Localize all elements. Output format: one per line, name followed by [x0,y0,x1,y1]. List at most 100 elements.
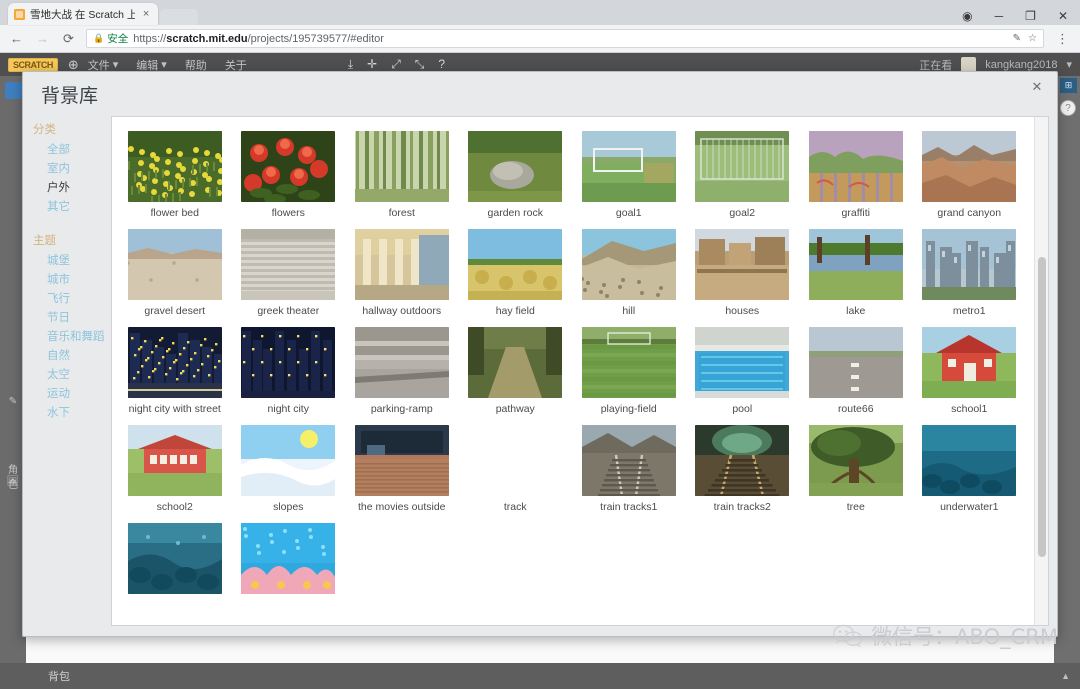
backdrop-thumbnail[interactable] [922,131,1016,202]
backdrop-item[interactable]: flowers [232,127,346,225]
username-label[interactable]: kangkang2018 [985,59,1057,71]
sidebar-item-1-1[interactable]: 城市 [33,269,111,288]
security-indicator[interactable]: 🔒 安全 [93,31,128,46]
backdrop-thumbnail[interactable] [695,131,789,202]
backdrop-thumbnail[interactable] [468,229,562,300]
backdrop-item[interactable]: graffiti [799,127,913,225]
sidebar-item-0-1[interactable]: 室内 [33,158,111,177]
new-tab-button[interactable] [160,9,198,25]
backdrop-item[interactable]: the movies outside [345,421,459,519]
backdrop-thumbnail[interactable] [128,131,222,202]
backdrop-item[interactable]: lake [799,225,913,323]
back-icon[interactable]: ← [8,30,25,47]
sidebar-item-1-5[interactable]: 自然 [33,345,111,364]
backdrop-item[interactable]: grand canyon [913,127,1027,225]
backdrop-item[interactable] [118,519,232,605]
backdrop-item[interactable]: pool [686,323,800,421]
sidebar-item-1-3[interactable]: 节日 [33,307,111,326]
backdrop-thumbnail[interactable] [355,229,449,300]
sidebar-item-1-0[interactable]: 城堡 [33,250,111,269]
scratch-logo[interactable]: SCRATCH [8,58,58,72]
backdrop-thumbnail[interactable] [468,131,562,202]
backdrop-thumbnail[interactable] [241,523,335,594]
backdrop-item[interactable]: goal1 [572,127,686,225]
backdrop-item[interactable]: train tracks2 [686,421,800,519]
block-help-icon[interactable]: ⤡ [415,57,425,72]
backdrop-item[interactable]: forest [345,127,459,225]
sidebar-item-1-4[interactable]: 音乐和舞蹈 [33,326,111,345]
backdrop-thumbnail[interactable] [809,131,903,202]
backdrop-thumbnail[interactable] [468,425,562,496]
sidebar-item-1-7[interactable]: 运动 [33,383,111,402]
backdrop-item[interactable]: school2 [118,421,232,519]
backdrop-thumbnail[interactable] [695,425,789,496]
modal-scrollbar[interactable] [1034,117,1048,625]
backdrop-thumbnail[interactable] [582,425,676,496]
backdrop-item[interactable] [232,519,346,605]
sidebar-item-1-2[interactable]: 飞行 [33,288,111,307]
backdrop-item[interactable]: night city with street [118,323,232,421]
backdrop-item[interactable]: greek theater [232,225,346,323]
backdrop-thumbnail[interactable] [809,229,903,300]
backdrop-item[interactable]: hill [572,225,686,323]
backdrop-item[interactable]: metro1 [913,225,1027,323]
backdrop-thumbnail[interactable] [468,327,562,398]
backdrop-thumbnail[interactable] [241,131,335,202]
backdrop-item[interactable]: pathway [459,323,573,421]
backdrop-item[interactable]: slopes [232,421,346,519]
backdrop-item[interactable]: tree [799,421,913,519]
backdrop-thumbnail[interactable] [241,425,335,496]
tab-close-icon[interactable]: × [140,8,152,20]
minimize-button[interactable]: ─ [995,10,1004,22]
backdrop-thumbnail[interactable] [922,425,1016,496]
backdrop-item[interactable]: playing-field [572,323,686,421]
backdrop-item[interactable]: track [459,421,573,519]
backdrop-item[interactable]: hay field [459,225,573,323]
backdrop-item[interactable]: route66 [799,323,913,421]
backdrop-item[interactable]: school1 [913,323,1027,421]
backdrop-thumbnail[interactable] [241,229,335,300]
backdrop-thumbnail[interactable] [128,327,222,398]
backdrop-item[interactable]: goal2 [686,127,800,225]
scrollbar-thumb[interactable] [1038,257,1046,557]
backdrop-thumbnail[interactable] [355,327,449,398]
backdrop-thumbnail[interactable] [582,131,676,202]
profile-icon[interactable]: ◉ [962,10,972,22]
bookmark-star-icon[interactable]: ☆ [1028,33,1037,44]
backdrop-item[interactable]: night city [232,323,346,421]
backdrop-item[interactable]: garden rock [459,127,573,225]
sidebar-item-0-3[interactable]: 其它 [33,196,111,215]
backdrop-thumbnail[interactable] [128,425,222,496]
grow-icon[interactable]: ✛ [367,57,377,72]
sidebar-item-1-8[interactable]: 水下 [33,402,111,421]
backdrop-thumbnail[interactable] [355,425,449,496]
backdrop-thumbnail[interactable] [695,229,789,300]
sidebar-item-0-0[interactable]: 全部 [33,139,111,158]
backdrop-item[interactable]: train tracks1 [572,421,686,519]
backdrop-item[interactable]: houses [686,225,800,323]
question-icon[interactable]: ? [438,57,445,72]
stamp-icon[interactable]: ⤓ [348,57,353,72]
backdrop-item[interactable]: gravel desert [118,225,232,323]
backdrop-thumbnail[interactable] [582,229,676,300]
browser-tab[interactable]: 雪地大战 在 Scratch 上 × [8,3,158,25]
close-icon[interactable]: ✕ [1029,79,1045,95]
backdrop-thumbnail[interactable] [582,327,676,398]
backdrop-thumbnail[interactable] [809,425,903,496]
backdrop-thumbnail[interactable] [922,327,1016,398]
close-window-button[interactable]: ✕ [1058,10,1068,22]
backdrop-item[interactable]: hallway outdoors [345,225,459,323]
backdrop-thumbnail[interactable] [355,131,449,202]
backdrop-thumbnail[interactable] [241,327,335,398]
address-bar[interactable]: 🔒 安全 https://scratch.mit.edu/projects/19… [86,29,1044,48]
reload-icon[interactable]: ⟳ [60,30,77,47]
backdrop-thumbnail[interactable] [695,327,789,398]
backdrop-item[interactable]: parking-ramp [345,323,459,421]
backdrop-thumbnail[interactable] [922,229,1016,300]
sidebar-item-1-6[interactable]: 太空 [33,364,111,383]
backdrop-item[interactable]: flower bed [118,127,232,225]
forward-icon[interactable]: → [34,30,51,47]
backdrop-item[interactable]: underwater1 [913,421,1027,519]
backdrop-thumbnail[interactable] [128,229,222,300]
backdrop-thumbnail[interactable] [809,327,903,398]
